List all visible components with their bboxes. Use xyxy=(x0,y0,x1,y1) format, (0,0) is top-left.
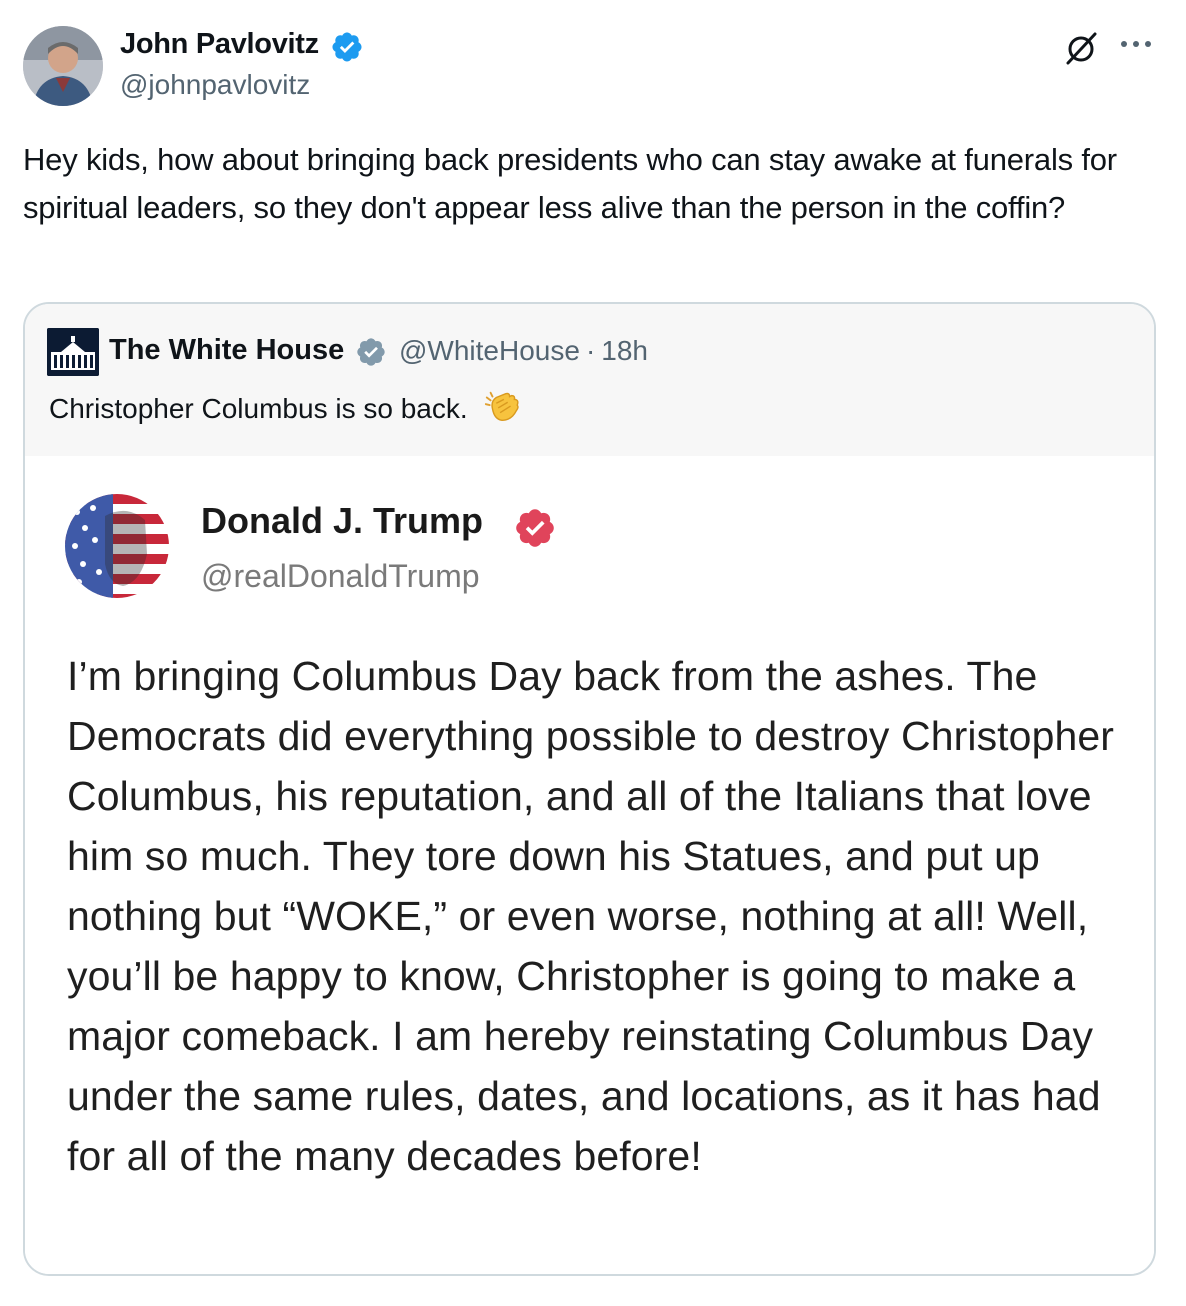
author-avatar[interactable] xyxy=(23,26,103,106)
truth-verified-badge-icon xyxy=(516,509,554,547)
quoted-tweet-header: The White House @WhiteHouse · 18h Christop… xyxy=(25,304,1154,456)
more-options-icon[interactable] xyxy=(1118,30,1154,60)
quoted-author-handle[interactable]: @WhiteHouse xyxy=(399,335,580,366)
verified-badge-icon xyxy=(332,32,362,62)
government-affiliate-badge-icon xyxy=(357,338,385,366)
quoted-post-image[interactable]: Donald J. Trump @realDonaldTrump I’m bri… xyxy=(25,456,1154,1274)
author-name[interactable]: John Pavlovitz xyxy=(120,28,319,61)
trump-name: Donald J. Trump xyxy=(201,500,484,541)
quoted-timestamp[interactable]: 18h xyxy=(601,335,648,366)
quoted-meta: @WhiteHouse · 18h xyxy=(399,335,648,367)
quoted-author-name[interactable]: The White House xyxy=(109,334,344,367)
author-avatar-photo xyxy=(23,26,103,106)
trump-post-text: I’m bringing Columbus Day back from the … xyxy=(67,653,1115,1179)
tweet-text: Hey kids, how about bringing back presid… xyxy=(23,142,1117,225)
white-house-logo-icon[interactable] xyxy=(47,328,99,376)
trump-avatar-flag-portrait xyxy=(65,494,169,598)
trump-handle: @realDonaldTrump xyxy=(201,558,480,594)
grok-icon[interactable] xyxy=(1064,30,1100,66)
clapping-hands-emoji-icon xyxy=(485,391,520,422)
quoted-tweet-card[interactable]: The White House @WhiteHouse · 18h Christop… xyxy=(23,302,1156,1276)
meta-separator: · xyxy=(585,335,596,366)
author-handle[interactable]: @johnpavlovitz xyxy=(120,69,310,101)
trump-avatar xyxy=(65,494,169,598)
quoted-tweet-text: Christopher Columbus is so back. xyxy=(49,388,521,426)
quoted-text-content: Christopher Columbus is so back. xyxy=(49,393,468,424)
